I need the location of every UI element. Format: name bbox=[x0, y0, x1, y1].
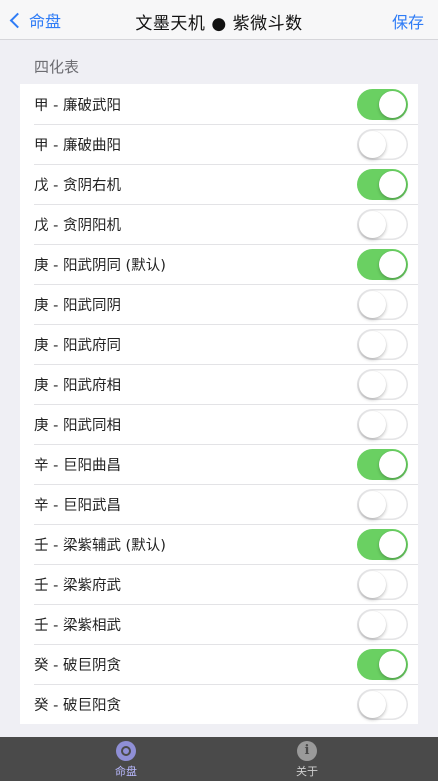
list-item-label: 甲 - 廉破武阳 bbox=[34, 97, 121, 114]
list-item-label: 庚 - 阳武府相 bbox=[34, 377, 121, 394]
list-item-label: 戊 - 贪阴阳机 bbox=[34, 217, 121, 234]
toggle-knob bbox=[379, 91, 406, 118]
navigation-bar: 命盘 文墨天机 ● 紫微斗数 保存 bbox=[0, 0, 438, 40]
toggle-switch[interactable] bbox=[357, 529, 408, 560]
toggle-switch[interactable] bbox=[357, 649, 408, 680]
list-item-label: 庚 - 阳武府同 bbox=[34, 337, 121, 354]
toggle-knob bbox=[359, 691, 386, 718]
toggle-switch[interactable] bbox=[357, 169, 408, 200]
toggle-knob bbox=[359, 131, 386, 158]
toggle-knob bbox=[359, 291, 386, 318]
section-header: 四化表 bbox=[34, 58, 80, 76]
toggle-switch[interactable] bbox=[357, 569, 408, 600]
toggle-knob bbox=[379, 531, 406, 558]
toggle-switch[interactable] bbox=[357, 249, 408, 280]
toggle-switch[interactable] bbox=[357, 289, 408, 320]
list-item: 癸 - 破巨阴贪 bbox=[20, 644, 418, 684]
list-item: 庚 - 阳武府同 bbox=[20, 324, 418, 364]
sihua-list: 甲 - 廉破武阳甲 - 廉破曲阳戊 - 贪阴右机戊 - 贪阴阳机庚 - 阳武阴同… bbox=[20, 84, 418, 724]
toggle-switch[interactable] bbox=[357, 89, 408, 120]
list-item-label: 戊 - 贪阴右机 bbox=[34, 177, 121, 194]
toggle-knob bbox=[359, 571, 386, 598]
list-item: 壬 - 梁紫府武 bbox=[20, 564, 418, 604]
toggle-knob bbox=[359, 611, 386, 638]
toggle-switch[interactable] bbox=[357, 449, 408, 480]
toggle-knob bbox=[379, 451, 406, 478]
list-item: 庚 - 阳武同相 bbox=[20, 404, 418, 444]
list-item: 戊 - 贪阴右机 bbox=[20, 164, 418, 204]
list-item: 壬 - 梁紫相武 bbox=[20, 604, 418, 644]
list-item-label: 壬 - 梁紫相武 bbox=[34, 617, 121, 634]
tab-about[interactable]: i 关于 bbox=[267, 741, 347, 779]
tab-about-label: 关于 bbox=[296, 765, 318, 778]
toggle-switch[interactable] bbox=[357, 489, 408, 520]
toggle-switch[interactable] bbox=[357, 689, 408, 720]
list-item-label: 辛 - 巨阳武昌 bbox=[34, 497, 121, 514]
toggle-knob bbox=[379, 171, 406, 198]
page-title: 文墨天机 ● 紫微斗数 bbox=[135, 14, 303, 34]
toggle-knob bbox=[379, 651, 406, 678]
info-icon: i bbox=[297, 741, 317, 761]
list-item: 甲 - 廉破武阳 bbox=[20, 84, 418, 124]
list-item-label: 甲 - 廉破曲阳 bbox=[34, 137, 121, 154]
list-item: 甲 - 廉破曲阳 bbox=[20, 124, 418, 164]
toggle-switch[interactable] bbox=[357, 329, 408, 360]
list-item: 壬 - 梁紫辅武 (默认) bbox=[20, 524, 418, 564]
toggle-knob bbox=[359, 331, 386, 358]
list-item: 戊 - 贪阴阳机 bbox=[20, 204, 418, 244]
list-item-label: 壬 - 梁紫府武 bbox=[34, 577, 121, 594]
list-item-label: 庚 - 阳武阴同 (默认) bbox=[34, 257, 166, 274]
list-item: 辛 - 巨阳武昌 bbox=[20, 484, 418, 524]
tab-mingpan-label: 命盘 bbox=[115, 765, 137, 778]
list-item: 庚 - 阳武同阴 bbox=[20, 284, 418, 324]
list-item: 癸 - 破巨阳贪 bbox=[20, 684, 418, 724]
tab-bar: 命盘 i 关于 bbox=[0, 737, 438, 781]
chart-wheel-icon bbox=[116, 741, 136, 761]
list-item: 辛 - 巨阳曲昌 bbox=[20, 444, 418, 484]
save-button[interactable]: 保存 bbox=[392, 9, 424, 33]
list-item: 庚 - 阳武阴同 (默认) bbox=[20, 244, 418, 284]
list-item-label: 庚 - 阳武同相 bbox=[34, 417, 121, 434]
list-item-label: 辛 - 巨阳曲昌 bbox=[34, 457, 121, 474]
toggle-switch[interactable] bbox=[357, 369, 408, 400]
toggle-switch[interactable] bbox=[357, 209, 408, 240]
list-item-label: 癸 - 破巨阴贪 bbox=[34, 657, 121, 674]
tab-mingpan[interactable]: 命盘 bbox=[86, 741, 166, 779]
toggle-switch[interactable] bbox=[357, 609, 408, 640]
toggle-knob bbox=[359, 211, 386, 238]
list-item-label: 癸 - 破巨阳贪 bbox=[34, 697, 121, 714]
toggle-knob bbox=[359, 411, 386, 438]
list-item: 庚 - 阳武府相 bbox=[20, 364, 418, 404]
toggle-knob bbox=[359, 491, 386, 518]
list-item-label: 壬 - 梁紫辅武 (默认) bbox=[34, 537, 166, 554]
list-item-label: 庚 - 阳武同阴 bbox=[34, 297, 121, 314]
toggle-knob bbox=[379, 251, 406, 278]
toggle-switch[interactable] bbox=[357, 129, 408, 160]
toggle-switch[interactable] bbox=[357, 409, 408, 440]
toggle-knob bbox=[359, 371, 386, 398]
